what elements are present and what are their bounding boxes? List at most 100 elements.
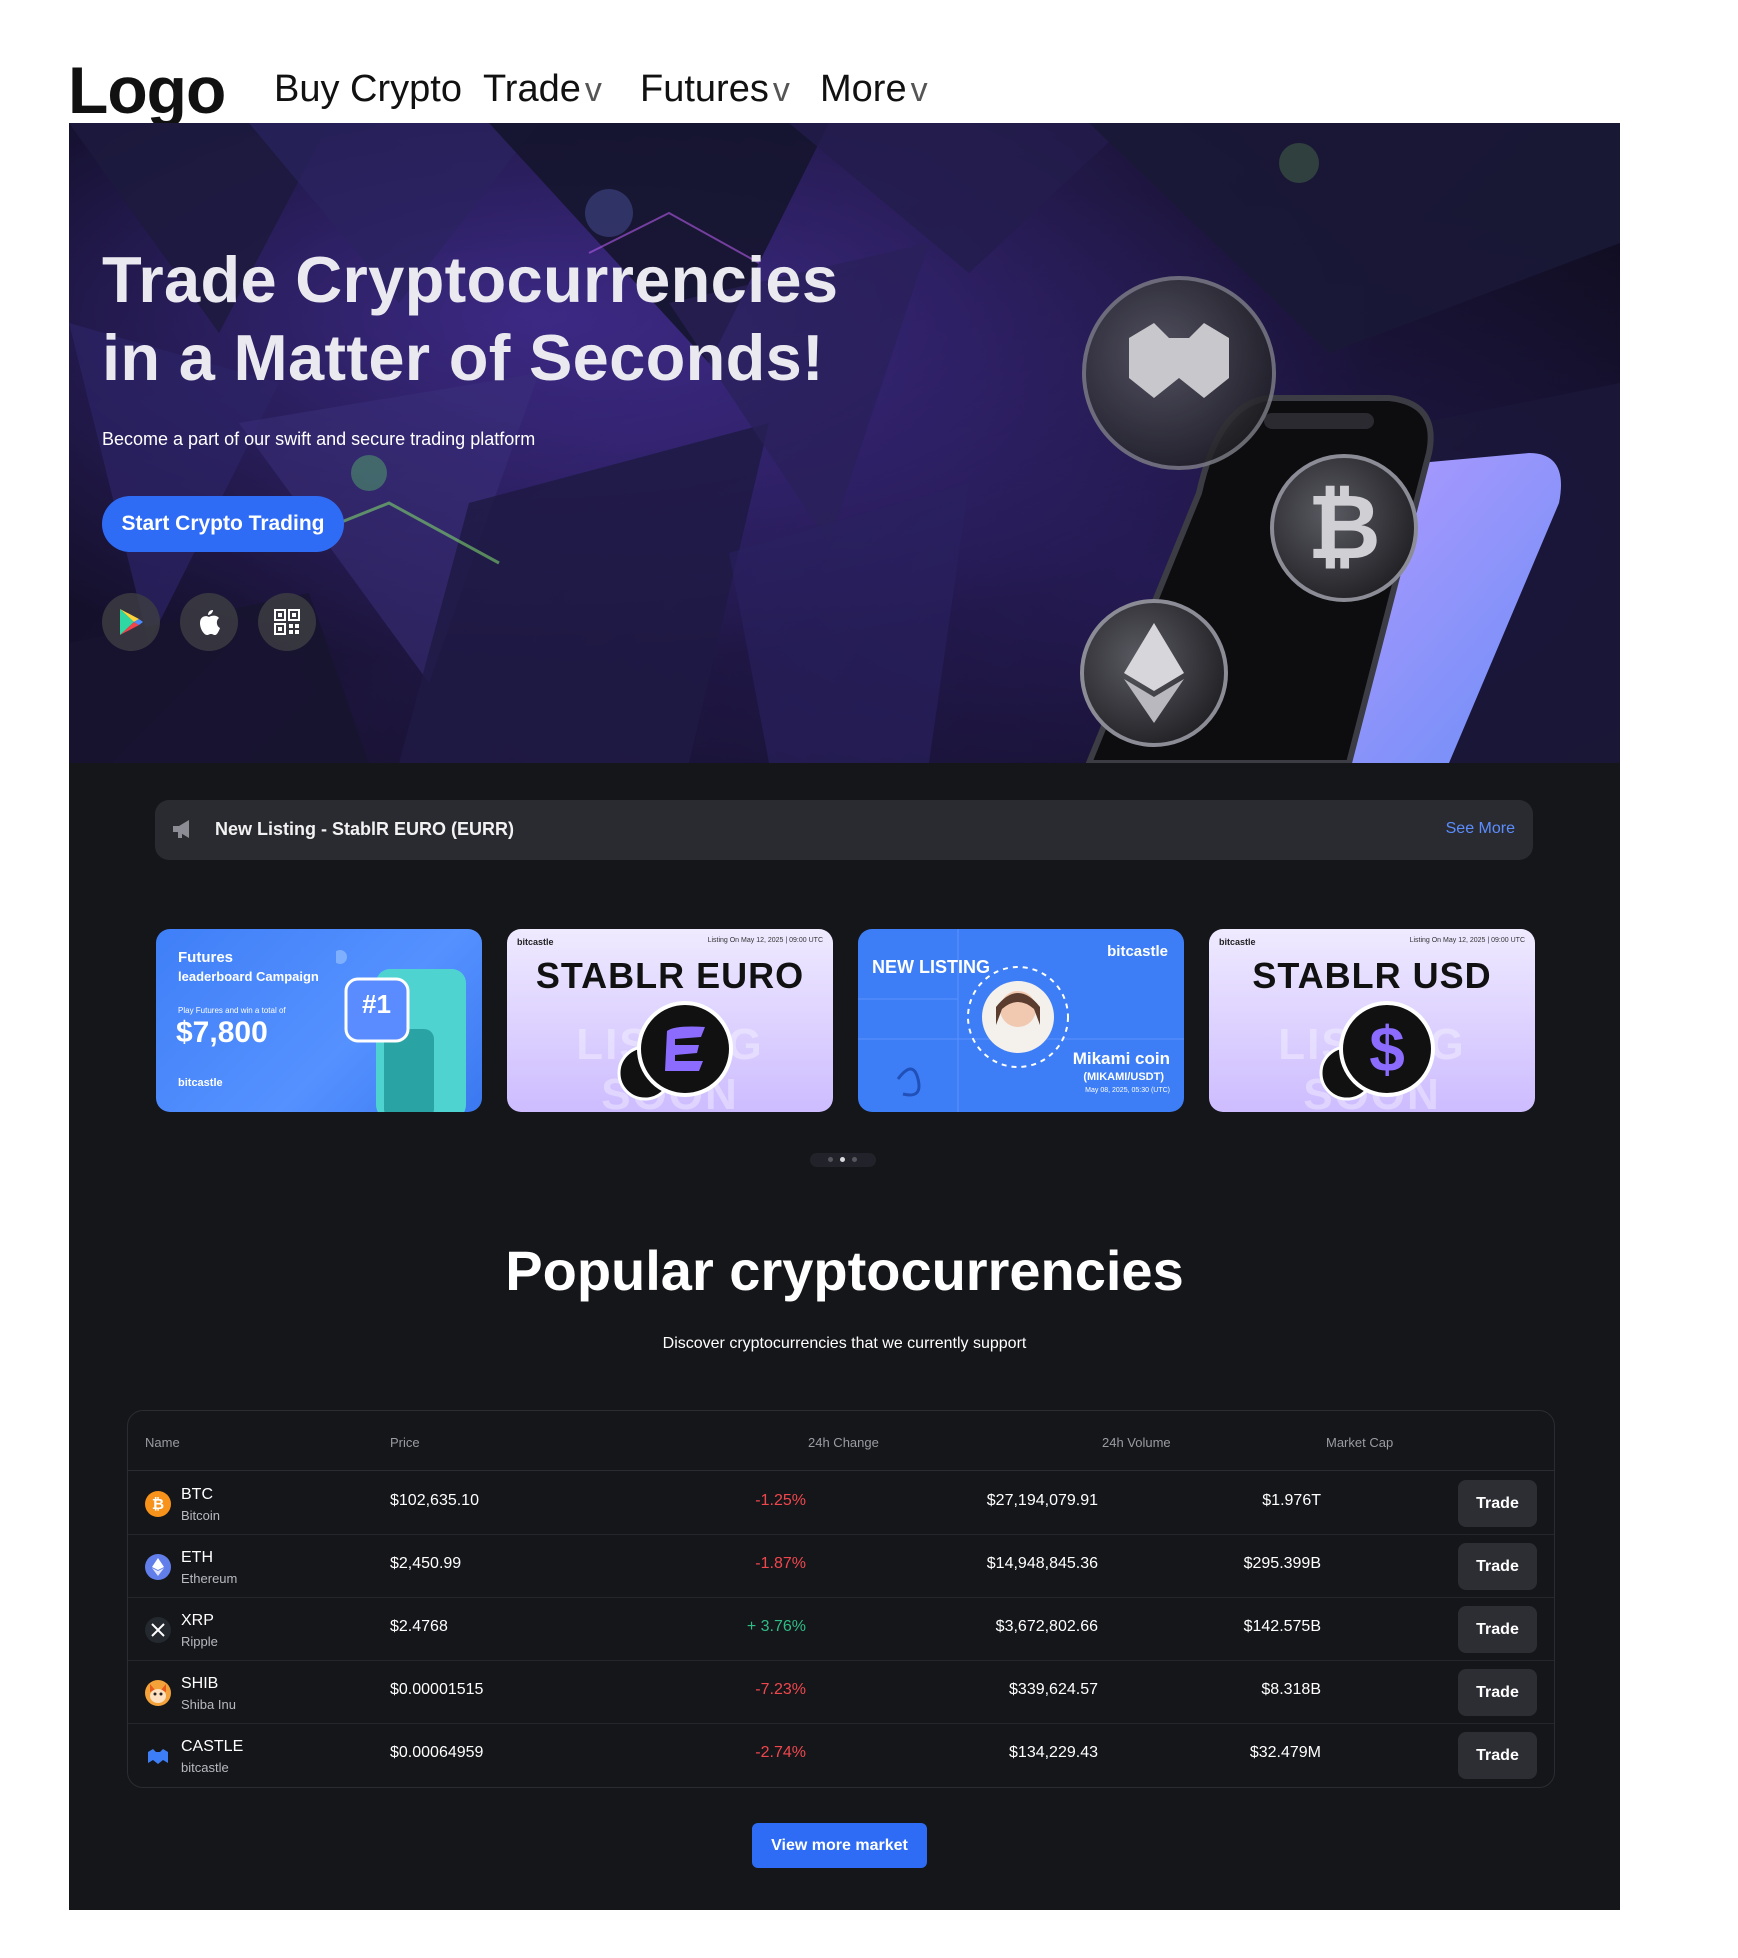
table-header: Name Price 24h Change 24h Volume Market … (128, 1411, 1554, 1471)
banner-brand: bitcastle (178, 1077, 223, 1089)
euro-coin-icon (617, 1001, 733, 1101)
banner-futures-caption: Play Futures and win a total of (178, 1006, 286, 1015)
table-row[interactable]: ETH Ethereum $2,450.99 -1.87% $14,948,845.36… (128, 1535, 1554, 1598)
carousel-dot-active[interactable] (840, 1157, 845, 1162)
usd-coin-icon: $ (1319, 1001, 1435, 1101)
coin-price: $0.00001515 (390, 1681, 484, 1698)
hero-title-line-1: Trade Cryptocurrencies (102, 243, 839, 316)
table-row[interactable]: SHIB Shiba Inu $0.00001515 -7.23% $339,624.5… (128, 1661, 1554, 1724)
nav-futures[interactable]: Futures v (640, 64, 790, 115)
table-row[interactable]: XRP Ripple $2.4768 + 3.76% $3,672,802.66 $142… (128, 1598, 1554, 1661)
trade-button[interactable]: Trade (1458, 1543, 1537, 1590)
see-more-link[interactable]: See More (1446, 820, 1515, 838)
phone-with-coins-illustration: ₿ (1080, 276, 1561, 763)
announcement-bar: New Listing - StablR EURO (EURR) See Mor… (155, 800, 1533, 860)
header-change: 24h Change (808, 1435, 879, 1450)
coin-price: $102,635.10 (390, 1492, 479, 1509)
qr-code-icon (274, 609, 300, 635)
coin-24h-change: -7.23% (755, 1681, 806, 1698)
coin-24h-volume: $134,229.43 (1009, 1744, 1098, 1761)
coin-price: $0.00064959 (390, 1744, 484, 1761)
banner-date: Listing On May 12, 2025 | 09:00 UTC (707, 937, 823, 944)
banner-futures-leaderboard[interactable]: Futures leaderboard Campaign Play Future… (156, 929, 482, 1112)
coin-name: Ethereum (181, 1571, 238, 1586)
nav-buy-crypto-label: Buy Crypto (274, 68, 462, 110)
view-more-market-button[interactable]: View more market (752, 1823, 927, 1868)
app-store-button[interactable] (180, 593, 238, 651)
xrp-coin-icon (145, 1617, 171, 1643)
carousel-dot[interactable] (828, 1157, 833, 1162)
nav-buy-crypto[interactable]: Buy Crypto (274, 64, 462, 114)
coin-symbol: ETH (181, 1549, 213, 1566)
header-price: Price (390, 1435, 420, 1450)
coin-symbol: SHIB (181, 1675, 219, 1692)
trade-button[interactable]: Trade (1458, 1669, 1537, 1716)
coin-market-cap: $295.399B (1243, 1555, 1321, 1572)
eth-coin-icon (145, 1554, 171, 1580)
coin-24h-volume: $3,672,802.66 (995, 1618, 1098, 1635)
coin-name: Shiba Inu (181, 1697, 236, 1712)
google-play-icon (120, 609, 143, 635)
google-play-button[interactable] (102, 593, 160, 651)
coin-24h-change: + 3.76% (746, 1618, 806, 1635)
nav-trade[interactable]: Trade v (483, 64, 602, 115)
banner-brand: bitcastle (1219, 937, 1256, 947)
nav-more-label: More (820, 68, 907, 110)
nav-more[interactable]: More v (820, 64, 928, 115)
hero-subtitle: Become a part of our swift and secure tr… (102, 429, 536, 449)
section-title: Popular cryptocurrencies (505, 1239, 1184, 1302)
banner-futures-amount: $7,800 (176, 1016, 268, 1049)
coin-market-cap: $142.575B (1243, 1618, 1321, 1635)
chevron-down-icon: v (910, 71, 928, 109)
coin-price: $2.4768 (390, 1618, 448, 1635)
main-page: Trade Cryptocurrencies in a Matter of Se… (69, 123, 1620, 1910)
trade-button[interactable]: Trade (1458, 1732, 1537, 1779)
banner-stablr-euro[interactable]: bitcastle Listing On May 12, 2025 | 09:0… (507, 929, 833, 1112)
castle-coin-icon (145, 1743, 171, 1769)
hero-banner: Trade Cryptocurrencies in a Matter of Se… (69, 123, 1620, 763)
banner-mikami-date: May 08, 2025, 05:30 (UTC) (1085, 1087, 1170, 1094)
banner-mikami-coin[interactable]: NEW LISTING bitcastle Mikami coin (MIKAM… (858, 929, 1184, 1112)
chevron-down-icon: v (772, 71, 790, 109)
coin-24h-change: -1.25% (755, 1492, 806, 1509)
announcement-text[interactable]: New Listing - StablR EURO (EURR) (215, 819, 514, 840)
megaphone-icon (173, 820, 189, 838)
qr-code-button[interactable] (258, 593, 316, 651)
banner-mikami-pair: (MIKAMI/USDT) (1083, 1071, 1164, 1083)
banner-brand: bitcastle (517, 937, 554, 947)
table-row[interactable]: CASTLE bitcastle $0.00064959 -2.74% $134,229… (128, 1724, 1554, 1787)
banner-stablr-usd[interactable]: bitcastle Listing On May 12, 2025 | 09:0… (1209, 929, 1535, 1112)
header-name: Name (145, 1435, 180, 1450)
carousel-dot[interactable] (852, 1157, 857, 1162)
trade-button[interactable]: Trade (1458, 1480, 1537, 1527)
coin-name: Bitcoin (181, 1508, 221, 1523)
banner-new-listing-tag: NEW LISTING (872, 957, 990, 977)
hero-title-line-2: in a Matter of Seconds! (102, 321, 824, 394)
crypto-table: Name Price 24h Change 24h Volume Market … (127, 1410, 1555, 1788)
coin-market-cap: $1.976T (1262, 1492, 1321, 1509)
trade-button[interactable]: Trade (1458, 1606, 1537, 1653)
coin-24h-change: -1.87% (755, 1555, 806, 1572)
logo[interactable]: Logo (68, 50, 226, 130)
banner-brand: bitcastle (1107, 943, 1168, 960)
banner-futures-subtitle: leaderboard Campaign (178, 969, 319, 984)
btc-coin-icon: ₿ (145, 1491, 171, 1517)
start-crypto-trading-button[interactable]: Start Crypto Trading (102, 496, 344, 552)
coin-name: Ripple (181, 1634, 218, 1649)
banner-futures-badge: #1 (362, 989, 391, 1019)
nav-futures-label: Futures (640, 68, 769, 110)
chevron-down-icon: v (584, 71, 602, 109)
svg-text:₿: ₿ (1307, 478, 1380, 578)
svg-text:$: $ (1369, 1013, 1405, 1085)
banner-date: Listing On May 12, 2025 | 09:00 UTC (1409, 937, 1525, 944)
header-market-cap: Market Cap (1326, 1435, 1394, 1450)
banner-futures-title: Futures (178, 949, 234, 966)
banner-mikami-coin-name: Mikami coin (1072, 1049, 1170, 1068)
coin-24h-volume: $14,948,845.36 (986, 1555, 1098, 1572)
coin-24h-volume: $27,194,079.91 (986, 1492, 1098, 1509)
table-row[interactable]: ₿ BTC Bitcoin $102,635.10 -1.25% $27,194,079.… (128, 1472, 1554, 1535)
carousel-pagination[interactable] (810, 1153, 876, 1167)
svg-text:₿: ₿ (152, 1496, 164, 1513)
coin-symbol: BTC (181, 1486, 213, 1503)
coin-24h-change: -2.74% (755, 1744, 806, 1761)
